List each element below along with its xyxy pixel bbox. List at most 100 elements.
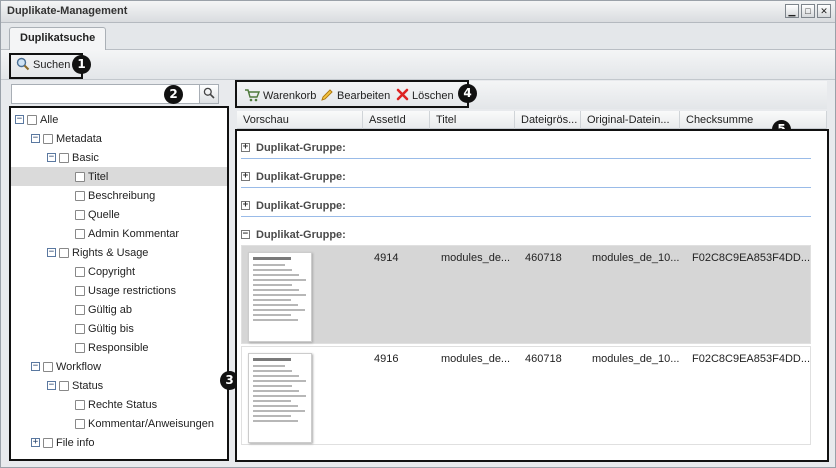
duplicate-group-label: Duplikat-Gruppe: xyxy=(256,199,346,212)
tree-node-checkbox[interactable] xyxy=(27,114,37,125)
tree-node-label: Quelle xyxy=(88,208,120,221)
tree-node-checkbox[interactable] xyxy=(75,228,85,239)
document-thumbnail xyxy=(248,353,312,443)
cart-button[interactable]: Warenkorb xyxy=(241,86,319,106)
tree-node-label: Beschreibung xyxy=(88,189,156,202)
tree-node-label: File info xyxy=(56,436,95,449)
tree-node[interactable]: + File info xyxy=(11,433,227,452)
collapse-icon[interactable]: − xyxy=(31,134,40,143)
collapse-icon[interactable]: − xyxy=(47,248,56,257)
duplicate-group-header[interactable]: + Duplikat-Gruppe: xyxy=(241,195,811,217)
checksum-cell: F02C8C9EA853F4DD... xyxy=(692,353,810,365)
checksum-cell: F02C8C9EA853F4DD... xyxy=(692,252,810,264)
tree-node-label: Gültig ab xyxy=(88,303,133,316)
tab-strip: Duplikatsuche xyxy=(1,23,835,50)
tree-node[interactable]: − Rights & Usage xyxy=(11,243,227,262)
collapse-icon[interactable]: − xyxy=(15,115,24,124)
table-row[interactable]: 4914 modules_de... 460718 modules_de_10... F… xyxy=(241,245,811,344)
cart-button-label: Warenkorb xyxy=(263,90,317,102)
pencil-icon xyxy=(320,88,334,105)
search-button-label: Suchen xyxy=(33,59,71,71)
callout-marker-1: 1 xyxy=(72,55,91,74)
duplicate-group-header[interactable]: + Duplikat-Gruppe: xyxy=(241,137,811,159)
file-size-cell: 460718 xyxy=(525,252,562,264)
collapse-icon[interactable]: − xyxy=(31,362,40,371)
tree-node-checkbox[interactable] xyxy=(75,399,85,410)
maximize-button[interactable]: □ xyxy=(801,4,815,18)
tree-node-checkbox[interactable] xyxy=(75,190,85,201)
filter-search-input[interactable] xyxy=(11,84,219,104)
column-header-checksum[interactable]: Checksumme xyxy=(680,111,827,129)
column-header-file-size[interactable]: Dateigrös... xyxy=(515,111,581,129)
tree-node[interactable]: Gültig bis xyxy=(11,319,227,338)
expand-icon[interactable]: + xyxy=(241,143,250,152)
tree-node[interactable]: Kommentar/Anweisungen xyxy=(11,414,227,433)
tree-node[interactable]: Rechte Status xyxy=(11,395,227,414)
tree-node-checkbox[interactable] xyxy=(75,209,85,220)
magnifier-icon xyxy=(16,57,30,74)
tree-node-checkbox[interactable] xyxy=(43,361,53,372)
tree-node-label: Metadata xyxy=(56,132,102,145)
duplicate-management-window: Duplikate-Management ▁ □ ✕ Duplikatsuche… xyxy=(0,0,836,468)
tree-node[interactable]: Copyright xyxy=(11,262,227,281)
column-header-title[interactable]: Titel xyxy=(430,111,515,129)
tree-node[interactable]: − Alle xyxy=(11,110,227,129)
search-button[interactable]: Suchen xyxy=(13,55,73,75)
original-filename-cell: modules_de_10... xyxy=(592,252,680,264)
edit-button[interactable]: Bearbeiten xyxy=(317,86,393,106)
collapse-icon[interactable]: − xyxy=(47,153,56,162)
tree-node-checkbox[interactable] xyxy=(75,418,85,429)
tree-node-checkbox[interactable] xyxy=(59,380,69,391)
collapse-icon[interactable]: − xyxy=(47,381,56,390)
tree-node[interactable]: Gültig ab xyxy=(11,300,227,319)
duplicate-group-label: Duplikat-Gruppe: xyxy=(256,228,346,241)
expand-icon[interactable]: + xyxy=(241,172,250,181)
tree-node[interactable]: Titel xyxy=(11,167,227,186)
delete-x-icon xyxy=(396,88,409,104)
tree-node-checkbox[interactable] xyxy=(75,171,85,182)
collapse-icon[interactable]: − xyxy=(241,230,250,239)
tree-node[interactable]: Quelle xyxy=(11,205,227,224)
tree-node-checkbox[interactable] xyxy=(59,247,69,258)
tree-node[interactable]: − Metadata xyxy=(11,129,227,148)
tree-node-checkbox[interactable] xyxy=(75,323,85,334)
tree-node-checkbox[interactable] xyxy=(75,285,85,296)
tree-node[interactable]: − Workflow xyxy=(11,357,227,376)
tree-node[interactable]: Responsible xyxy=(11,338,227,357)
tree-node-label: Status xyxy=(72,379,104,392)
duplicate-group-header[interactable]: + Duplikat-Gruppe: xyxy=(241,166,811,188)
tree-node-label: Admin Kommentar xyxy=(88,227,180,240)
tree-node-label: Gültig bis xyxy=(88,322,134,335)
table-row[interactable]: 4916 modules_de... 460718 modules_de_10... F… xyxy=(241,346,811,445)
tree-node-checkbox[interactable] xyxy=(75,342,85,353)
tree-node-checkbox[interactable] xyxy=(75,266,85,277)
tab-duplicate-search[interactable]: Duplikatsuche xyxy=(9,27,107,50)
column-header-original-filename[interactable]: Original-Datein... xyxy=(581,111,680,129)
expand-icon[interactable]: + xyxy=(241,201,250,210)
column-header-asset-id[interactable]: AssetId xyxy=(363,111,430,129)
results-grid: + Duplikat-Gruppe: + Duplikat-Gruppe: + Dupli… xyxy=(235,129,829,462)
title-cell: modules_de... xyxy=(441,252,511,264)
tree-node-checkbox[interactable] xyxy=(43,133,53,144)
close-button[interactable]: ✕ xyxy=(817,4,831,18)
minimize-button[interactable]: ▁ xyxy=(785,4,799,18)
tree-node-checkbox[interactable] xyxy=(75,304,85,315)
tree-node[interactable]: − Status xyxy=(11,376,227,395)
duplicate-group-header[interactable]: − Duplikat-Gruppe: xyxy=(241,224,811,246)
tree-node[interactable]: Usage restrictions xyxy=(11,281,227,300)
results-grid-header: Vorschau AssetId Titel Dateigrös... Orig… xyxy=(237,111,827,129)
tree-node-label: Titel xyxy=(88,170,109,183)
delete-button[interactable]: Löschen xyxy=(393,86,457,106)
original-filename-cell: modules_de_10... xyxy=(592,353,680,365)
callout-marker-2: 2 xyxy=(164,85,183,104)
filter-search-button[interactable] xyxy=(199,84,219,104)
tree-node[interactable]: − Basic xyxy=(11,148,227,167)
expand-icon[interactable]: + xyxy=(31,438,40,447)
tree-node-checkbox[interactable] xyxy=(43,437,53,448)
tree-node-label: Responsible xyxy=(88,341,149,354)
column-header-preview[interactable]: Vorschau xyxy=(237,111,363,129)
title-bar: Duplikate-Management ▁ □ ✕ xyxy=(1,1,835,23)
tree-node-checkbox[interactable] xyxy=(59,152,69,163)
tree-node[interactable]: Beschreibung xyxy=(11,186,227,205)
tree-node[interactable]: Admin Kommentar xyxy=(11,224,227,243)
